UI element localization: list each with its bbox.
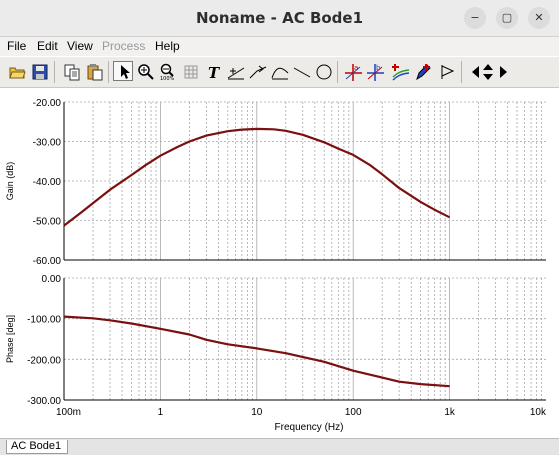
cursor-b-icon[interactable]: b — [364, 61, 384, 81]
zoom-in-icon[interactable] — [135, 61, 155, 81]
paste-icon[interactable] — [84, 61, 104, 81]
maximize-button[interactable]: ▢ — [496, 7, 518, 29]
y-tick-label: -40.00 — [33, 177, 62, 188]
y-tick-label: -200.00 — [27, 355, 61, 366]
toolbar: 100% T a b — [0, 57, 559, 88]
minimize-button[interactable]: − — [464, 7, 486, 29]
pen-icon[interactable] — [412, 61, 432, 81]
svg-text:100%: 100% — [160, 76, 175, 81]
phase-chart: 0.00 -100.00 -200.00 -300.00 Phase [deg] 100m… — [5, 274, 547, 433]
x-axis-label: Frequency (Hz) — [275, 422, 344, 433]
ellipse-icon[interactable] — [313, 61, 333, 81]
menu-file[interactable]: File — [7, 39, 26, 53]
x-tick-label: 1k — [444, 407, 456, 418]
arrow-right-icon[interactable] — [492, 61, 512, 81]
y-tick-label: -60.00 — [33, 256, 62, 267]
bode-plot-area: -20.00 -30.00 -40.00 -50.00 -60.00 Gain (dB) 0… — [0, 88, 559, 437]
open-folder-icon[interactable] — [6, 61, 26, 81]
cursor-a-icon[interactable]: a — [342, 61, 362, 81]
close-button[interactable]: ✕ — [528, 7, 550, 29]
menu-edit[interactable]: Edit — [37, 39, 58, 53]
menu-view[interactable]: View — [67, 39, 93, 53]
svg-text:T: T — [208, 64, 221, 81]
y-tick-label: -30.00 — [33, 138, 62, 149]
y-tick-label: -100.00 — [27, 315, 61, 326]
y-tick-label: -20.00 — [33, 98, 62, 109]
y-axis-label: Gain (dB) — [5, 162, 15, 201]
text-tool-icon[interactable]: T — [203, 61, 223, 81]
copy-icon[interactable] — [61, 61, 81, 81]
x-tick-label: 1 — [158, 407, 164, 418]
curve-marker-icon[interactable] — [269, 61, 289, 81]
grid-icon[interactable] — [180, 61, 200, 81]
zoom-100-icon[interactable]: 100% — [157, 61, 177, 81]
save-disk-icon[interactable] — [29, 61, 49, 81]
x-tick-label: 10 — [251, 407, 263, 418]
add-curve-icon[interactable] — [390, 61, 410, 81]
x-tick-label: 10k — [530, 407, 547, 418]
x-tick-label: 100m — [56, 407, 81, 418]
bode-plot[interactable]: -20.00 -30.00 -40.00 -50.00 -60.00 Gain (dB) 0… — [0, 88, 559, 437]
y-tick-label: 0.00 — [42, 274, 62, 285]
slope-marker-icon[interactable] — [247, 61, 267, 81]
svg-text:b: b — [376, 64, 381, 72]
line-marker-icon[interactable] — [225, 61, 245, 81]
svg-text:a: a — [354, 64, 358, 72]
title-bar: Noname - AC Bode1 − ▢ ✕ — [0, 0, 559, 37]
y-axis-label: Phase [deg] — [5, 315, 15, 363]
y-tick-label: -300.00 — [27, 396, 61, 407]
pointer-icon[interactable] — [113, 61, 133, 81]
y-tick-label: -50.00 — [33, 217, 62, 228]
menu-help[interactable]: Help — [155, 39, 180, 53]
x-tick-label: 100 — [345, 407, 362, 418]
menu-bar: File Edit View Process Help — [0, 37, 559, 56]
flag-icon[interactable] — [436, 61, 456, 81]
menu-process[interactable]: Process — [102, 39, 145, 53]
straight-line-icon[interactable] — [291, 61, 311, 81]
gain-chart: -20.00 -30.00 -40.00 -50.00 -60.00 Gain (dB) — [5, 98, 546, 267]
tab-ac-bode1[interactable]: AC Bode1 — [6, 440, 68, 454]
tab-bar: AC Bode1 — [0, 438, 559, 455]
